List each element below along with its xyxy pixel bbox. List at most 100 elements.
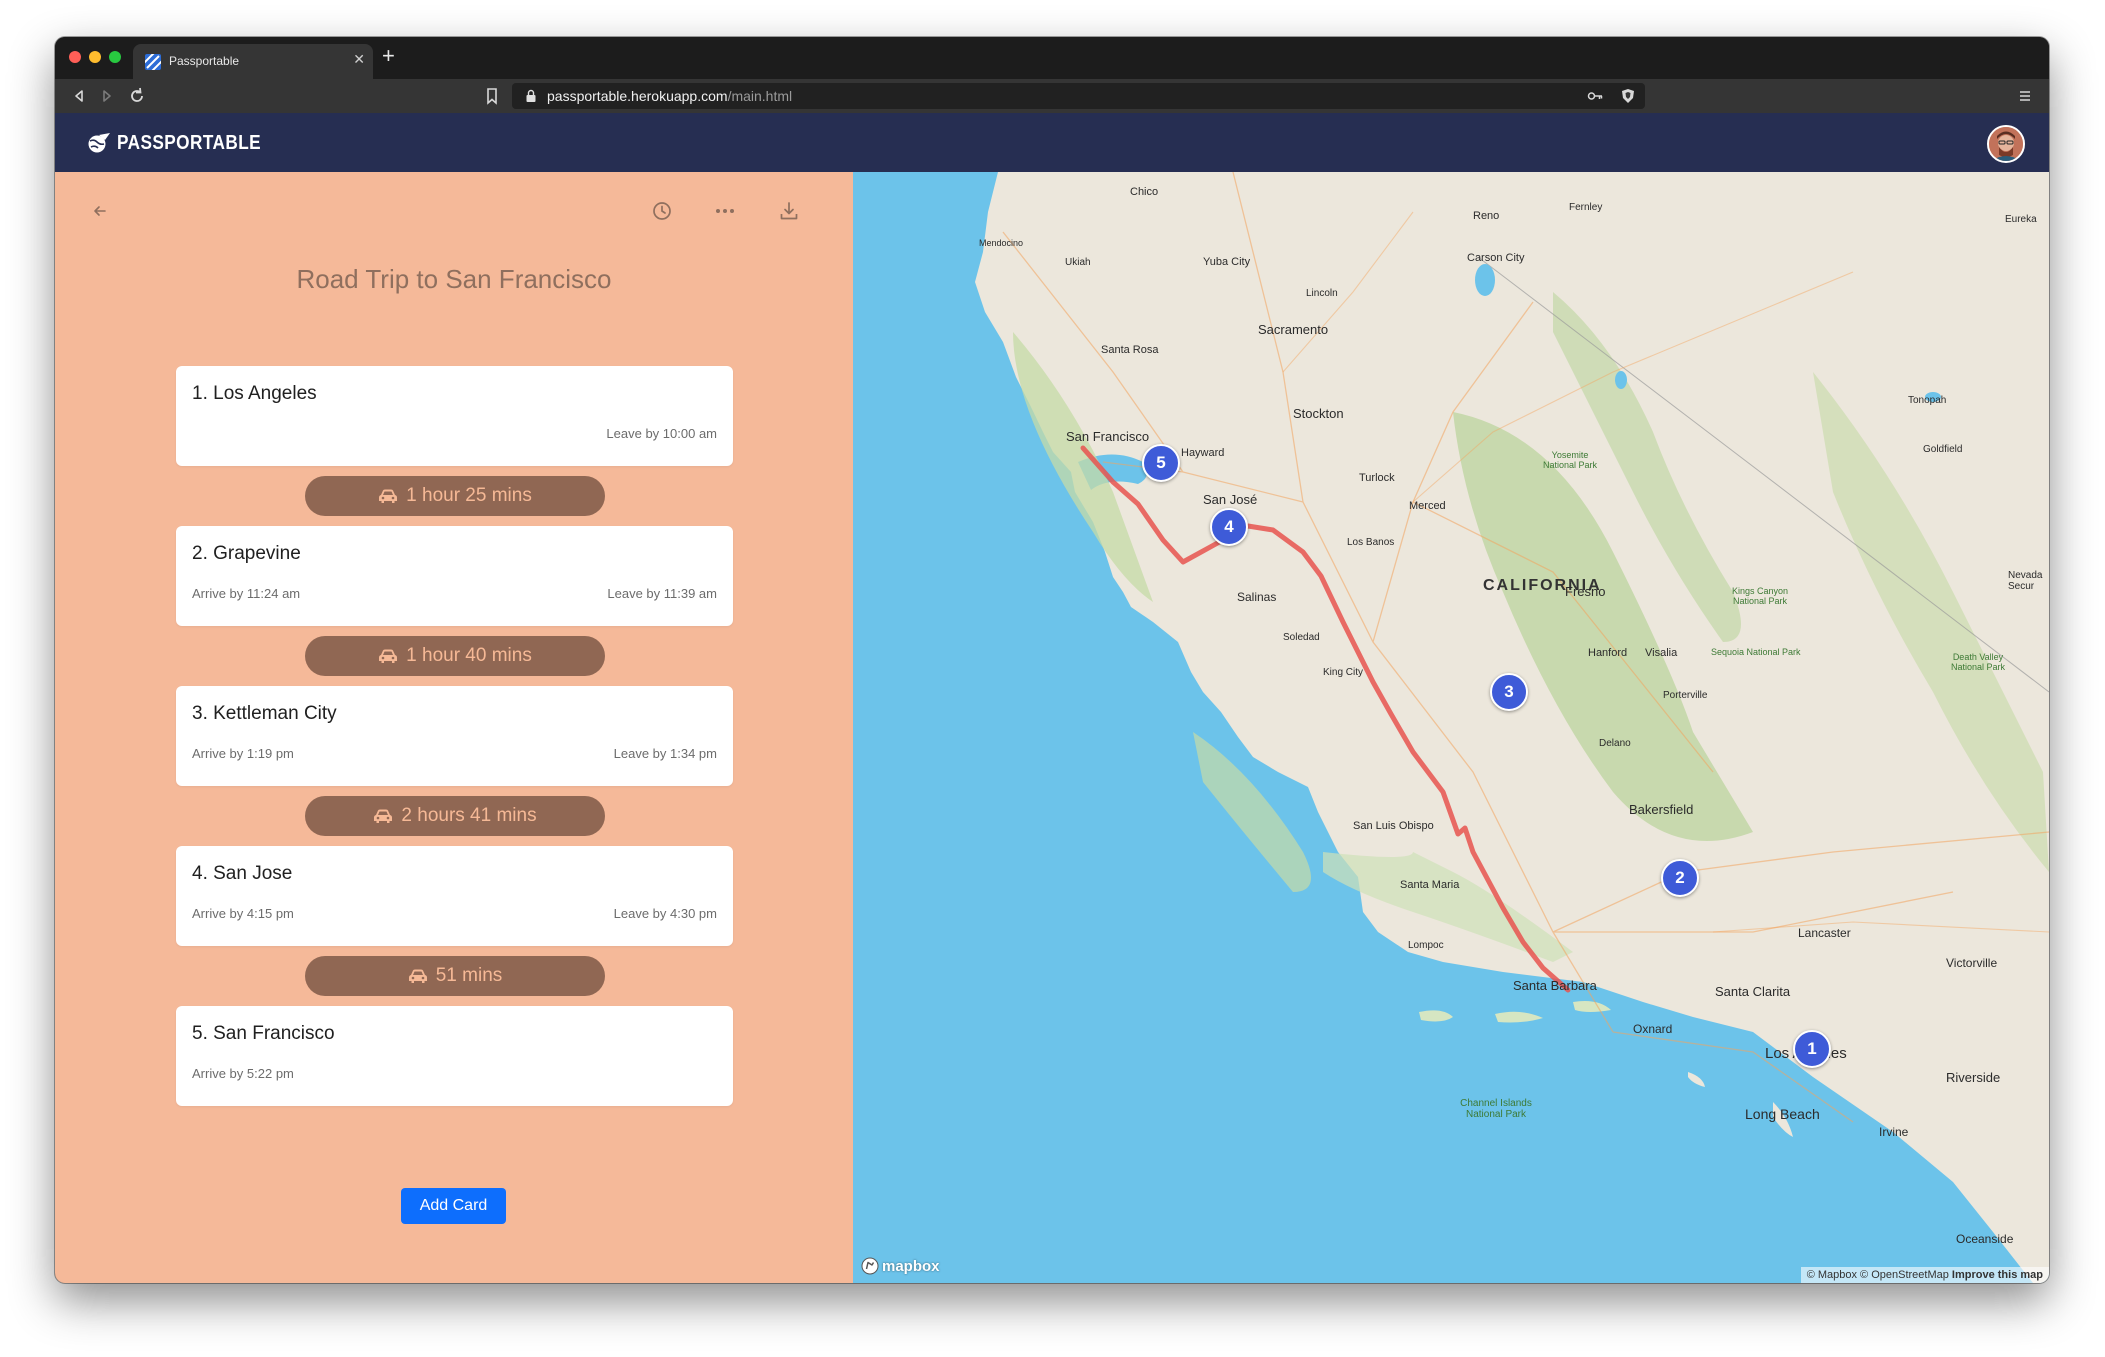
map-label-tonopah: Tonopah — [1908, 395, 1947, 406]
route-map[interactable]: Chico Reno Fernley Mendocino Ukiah Yuba … — [853, 172, 2049, 1283]
improve-map-link[interactable]: Improve this map — [1952, 1269, 2043, 1281]
user-avatar[interactable] — [1987, 125, 2025, 163]
map-label-fernley: Fernley — [1569, 202, 1603, 213]
map-label-kings-canyon: Kings Canyon National Park — [1731, 586, 1789, 606]
map-label-yosemite: Yosemite National Park — [1542, 450, 1598, 470]
map-label-oxnard: Oxnard — [1633, 1022, 1673, 1036]
map-label-death-valley: Death Valley National Park — [1950, 652, 2006, 672]
map-label-sequoia: Sequoia National Park — [1711, 647, 1801, 657]
mapbox-logo-text: mapbox — [882, 1257, 940, 1275]
new-tab-icon[interactable]: + — [382, 45, 395, 67]
drive-time-pill: 1 hour 40 mins — [305, 636, 605, 676]
map-label-delano: Delano — [1599, 738, 1631, 749]
close-window-button[interactable] — [69, 51, 81, 63]
map-label-turlock: Turlock — [1359, 472, 1395, 484]
stop-card-san-jose[interactable]: 4. San Jose Arrive by 4:15 pm Leave by 4… — [176, 846, 733, 946]
map-label-reno: Reno — [1473, 210, 1500, 222]
reload-icon[interactable] — [125, 84, 149, 108]
map-label-santa-rosa: Santa Rosa — [1101, 344, 1159, 356]
stop-card-kettleman-city[interactable]: 3. Kettleman City Arrive by 1:19 pm Leav… — [176, 686, 733, 786]
map-attribution: © Mapbox © OpenStreetMap Improve this ma… — [1800, 1267, 2049, 1283]
stop-name: 4. San Jose — [192, 863, 293, 884]
map-marker-2[interactable]: 2 — [1661, 859, 1699, 897]
globe-plane-icon — [88, 133, 110, 153]
map-label-victorville: Victorville — [1946, 956, 1998, 970]
map-marker-4[interactable]: 4 — [1210, 508, 1248, 546]
drive-duration: 51 mins — [435, 965, 503, 986]
map-label-riverside: Riverside — [1946, 1070, 2001, 1085]
map-label-carson-city: Carson City — [1467, 252, 1525, 264]
stop-leave-time: Leave by 10:00 am — [606, 426, 717, 441]
bookmark-icon[interactable] — [480, 84, 504, 108]
stop-card-grapevine[interactable]: 2. Grapevine Arrive by 11:24 am Leave by… — [176, 526, 733, 626]
menu-icon[interactable] — [2013, 84, 2037, 108]
back-arrow-icon[interactable] — [89, 200, 111, 222]
map-label-lincoln: Lincoln — [1306, 288, 1338, 299]
map-label-stockton: Stockton — [1293, 406, 1344, 421]
map-label-ukiah: Ukiah — [1065, 257, 1091, 268]
lock-icon — [526, 89, 536, 102]
download-icon[interactable] — [778, 200, 800, 222]
address-bar[interactable]: passportable.herokuapp.com/main.html — [512, 83, 1645, 109]
car-icon — [374, 809, 393, 823]
map-label-san-francisco: San Francisco — [1066, 429, 1150, 444]
drive-time-pill: 1 hour 25 mins — [305, 476, 605, 516]
map-label-soledad: Soledad — [1283, 632, 1320, 643]
stop-card-los-angeles[interactable]: 1. Los Angeles Leave by 10:00 am — [176, 366, 733, 466]
drive-time-pill: 51 mins — [305, 956, 605, 996]
stop-arrive-time: Arrive by 11:24 am — [192, 586, 301, 601]
stop-leave-time: Leave by 4:30 pm — [613, 906, 717, 921]
stop-leave-time: Leave by 1:34 pm — [613, 746, 717, 761]
drive-duration: 1 hour 25 mins — [406, 485, 532, 506]
map-marker-3[interactable]: 3 — [1490, 673, 1528, 711]
back-icon[interactable] — [67, 84, 91, 108]
mapbox-logo[interactable]: mapbox — [861, 1257, 940, 1275]
stop-name: 3. Kettleman City — [192, 703, 337, 724]
passportable-favicon-icon — [145, 54, 161, 70]
brand-name: PASSPORTABLE — [117, 131, 262, 154]
zoom-window-button[interactable] — [109, 51, 121, 63]
itinerary-panel: Road Trip to San Francisco 1. Los Angele… — [55, 172, 853, 1283]
stop-arrive-time: Arrive by 5:22 pm — [192, 1066, 294, 1081]
map-marker-1[interactable]: 1 — [1793, 1030, 1831, 1068]
map-label-nevada-secur: Nevada Secur — [2008, 570, 2043, 592]
add-card-button[interactable]: Add Card — [401, 1188, 506, 1224]
map-label-king-city: King City — [1323, 667, 1364, 678]
drive-duration: 1 hour 40 mins — [406, 645, 532, 666]
map-label-san-luis-obispo: San Luis Obispo — [1353, 820, 1434, 832]
car-icon — [379, 489, 398, 503]
stop-card-san-francisco[interactable]: 5. San Francisco Arrive by 5:22 pm — [176, 1006, 733, 1106]
stop-name: 2. Grapevine — [192, 543, 301, 564]
minimize-window-button[interactable] — [89, 51, 101, 63]
url-text: passportable.herokuapp.com/main.html — [547, 88, 793, 104]
car-icon — [408, 969, 427, 983]
drive-duration: 2 hours 41 mins — [401, 805, 537, 826]
mapbox-logo-icon — [861, 1257, 879, 1275]
more-options-icon[interactable] — [714, 200, 736, 222]
map-label-goldfield: Goldfield — [1923, 444, 1963, 455]
clock-icon[interactable] — [651, 200, 673, 222]
car-icon — [379, 649, 398, 663]
browser-toolbar: passportable.herokuapp.com/main.html — [55, 79, 2049, 113]
map-label-salinas: Salinas — [1237, 590, 1277, 604]
tab-close-icon[interactable]: ✕ — [353, 51, 365, 68]
map-label-eureka: Eureka — [2005, 214, 2037, 225]
brand-logo[interactable]: PASSPORTABLE — [85, 131, 285, 155]
stop-arrive-time: Arrive by 1:19 pm — [192, 746, 294, 761]
attribution-text[interactable]: © Mapbox © OpenStreetMap — [1807, 1269, 1949, 1281]
map-label-visalia: Visalia — [1645, 647, 1678, 659]
map-label-channel-islands: Channel Islands National Park — [1460, 1098, 1532, 1120]
map-label-los-banos: Los Banos — [1347, 537, 1395, 548]
map-label-santa-barbara: Santa Barbara — [1513, 978, 1597, 993]
key-icon[interactable] — [1587, 89, 1603, 103]
map-marker-5[interactable]: 5 — [1142, 444, 1180, 482]
stop-leave-time: Leave by 11:39 am — [607, 586, 717, 601]
forward-icon[interactable] — [95, 84, 119, 108]
map-label-fresno: Fresno — [1565, 584, 1606, 599]
map-label-yuba-city: Yuba City — [1203, 256, 1251, 268]
brave-shield-icon[interactable] — [1621, 88, 1635, 104]
map-label-lompoc: Lompoc — [1408, 940, 1444, 951]
tab-title: Passportable — [169, 54, 240, 68]
stop-arrive-time: Arrive by 4:15 pm — [192, 906, 294, 921]
browser-tab[interactable]: Passportable ✕ — [133, 44, 373, 79]
